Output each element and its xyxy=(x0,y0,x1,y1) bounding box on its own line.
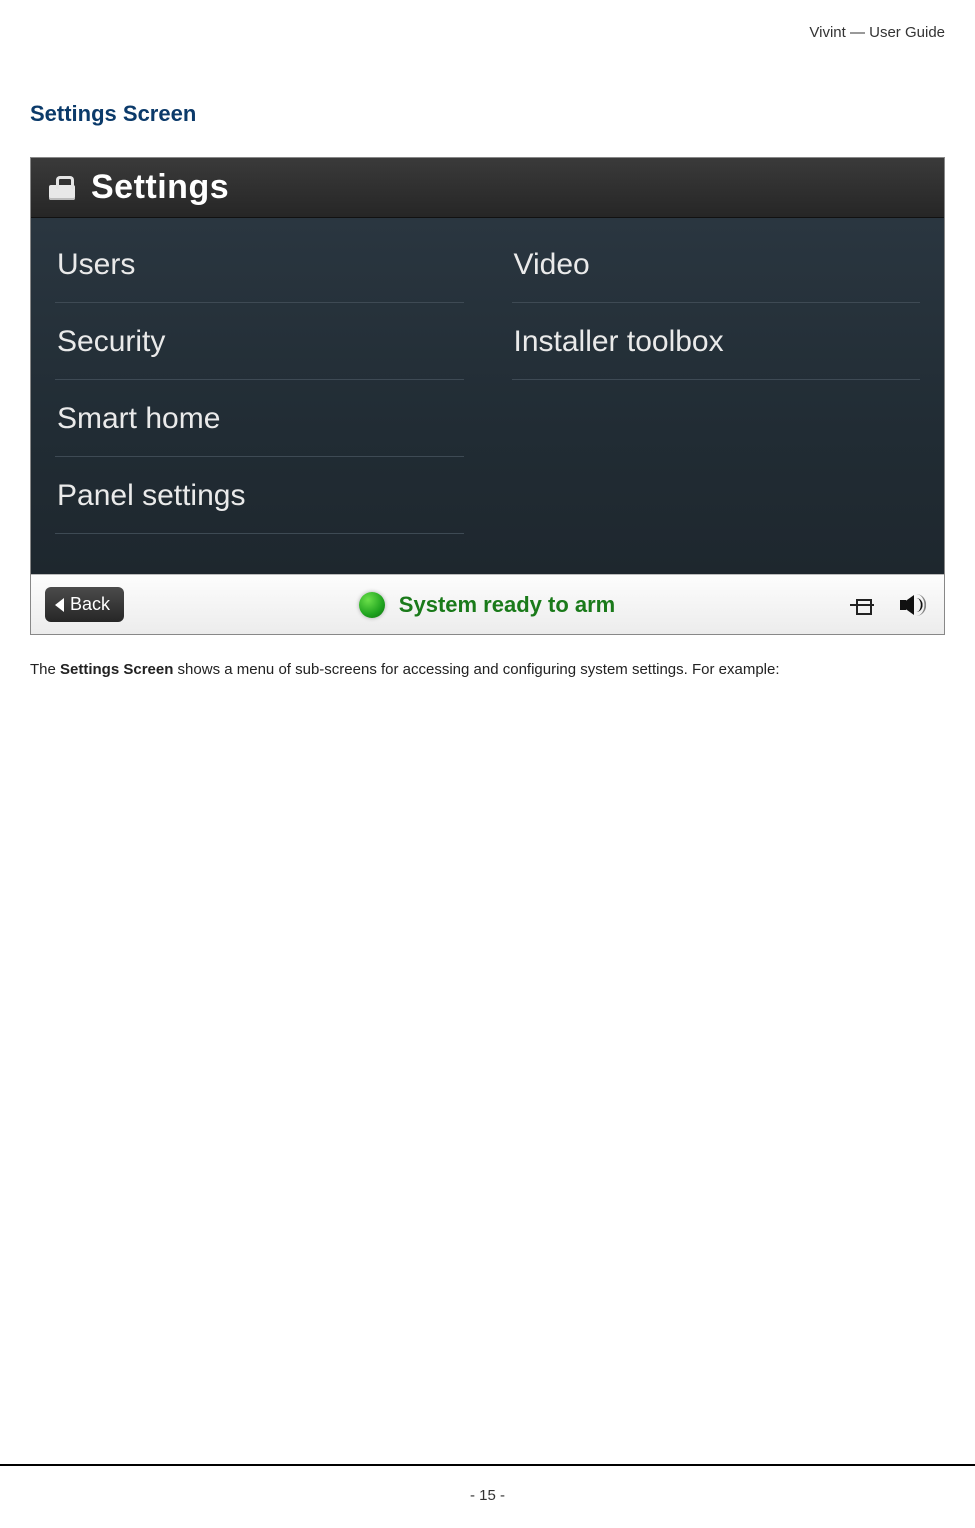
section-heading: Settings Screen xyxy=(30,101,945,127)
chevron-left-icon xyxy=(55,598,64,612)
toolbox-icon xyxy=(47,176,77,200)
menu-column-right: Video Installer toolbox xyxy=(488,226,945,534)
settings-menu: Users Security Smart home Panel settings… xyxy=(31,218,944,574)
running-header: Vivint — User Guide xyxy=(30,20,945,41)
system-status: System ready to arm xyxy=(359,592,615,618)
settings-footer: Back System ready to arm xyxy=(31,574,944,634)
menu-item-panel-settings[interactable]: Panel settings xyxy=(55,457,464,534)
caption-strong: Settings Screen xyxy=(60,661,173,678)
status-text: System ready to arm xyxy=(399,592,615,618)
volume-icon[interactable] xyxy=(900,595,924,615)
menu-item-installer-toolbox[interactable]: Installer toolbox xyxy=(512,303,921,380)
power-icon[interactable] xyxy=(850,596,874,614)
caption-prefix: The xyxy=(30,661,60,678)
settings-title: Settings xyxy=(91,168,229,207)
menu-item-users[interactable]: Users xyxy=(55,226,464,303)
page-rule xyxy=(0,1464,975,1466)
menu-column-left: Users Security Smart home Panel settings xyxy=(31,226,488,534)
caption-suffix: shows a menu of sub-screens for accessin… xyxy=(173,661,779,678)
back-button-label: Back xyxy=(70,594,110,615)
settings-screenshot: Settings Users Security Smart home Panel… xyxy=(30,157,945,635)
settings-titlebar: Settings xyxy=(31,158,944,218)
back-button[interactable]: Back xyxy=(45,587,124,622)
menu-item-security[interactable]: Security xyxy=(55,303,464,380)
status-indicator-icon xyxy=(359,592,385,618)
menu-item-smart-home[interactable]: Smart home xyxy=(55,380,464,457)
screenshot-caption: The Settings Screen shows a menu of sub-… xyxy=(30,659,945,682)
page-number: - 15 - xyxy=(0,1487,975,1504)
menu-item-video[interactable]: Video xyxy=(512,226,921,303)
